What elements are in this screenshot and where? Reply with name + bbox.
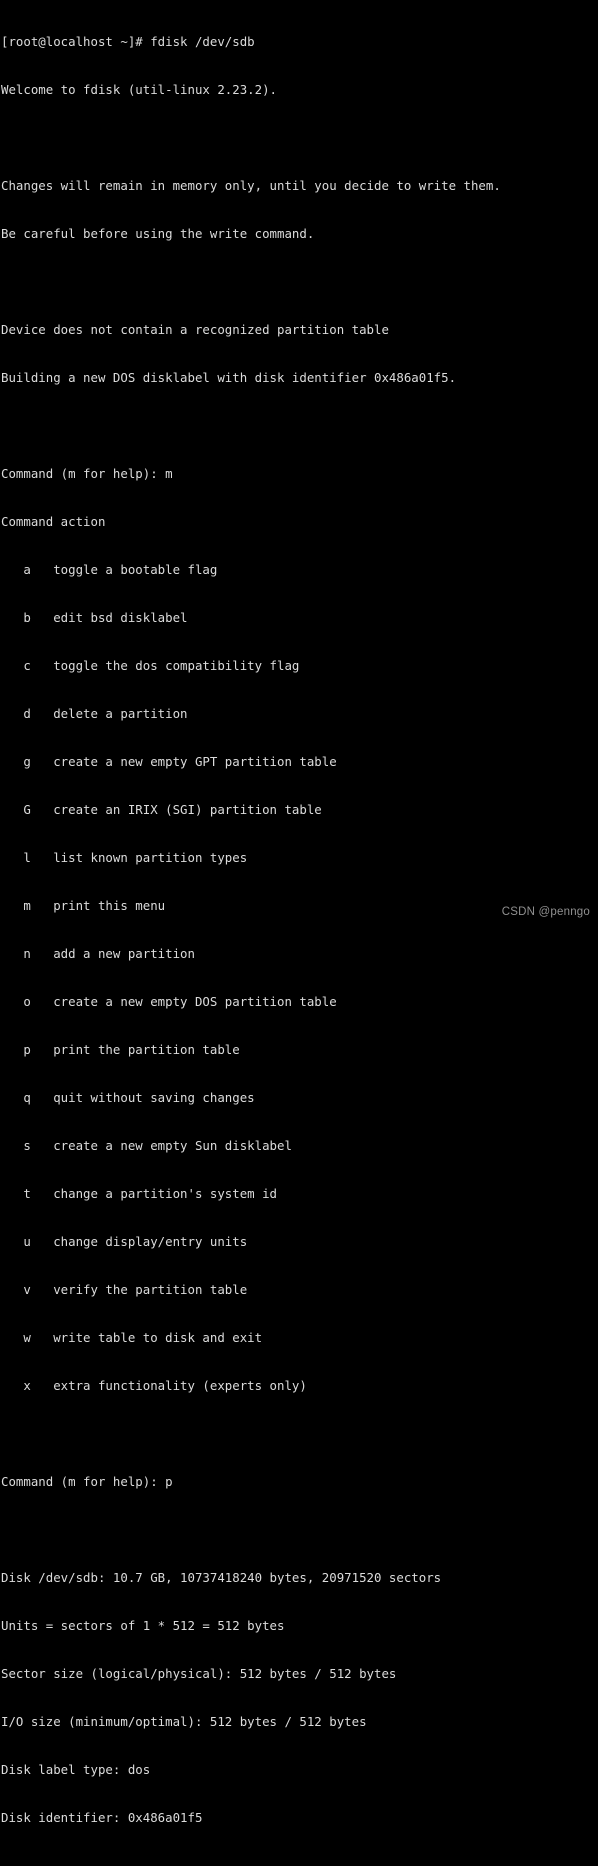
terminal-line: Command action [1,514,106,529]
menu-item-x: x extra functionality (experts only) [1,1378,307,1393]
terminal-line-command-prompt: Command (m for help): m [1,466,173,481]
terminal-line: Building a new DOS disklabel with disk i… [1,370,457,385]
menu-item-o: o create a new empty DOS partition table [1,994,337,1009]
menu-item-c: c toggle the dos compatibility flag [1,658,300,673]
menu-item-g-lower: g create a new empty GPT partition table [1,754,337,769]
disk-size-line: Disk /dev/sdb: 10.7 GB, 10737418240 byte… [1,1570,442,1585]
terminal-line: Be careful before using the write comman… [1,226,315,241]
menu-item-l: l list known partition types [1,850,248,865]
terminal-line: Welcome to fdisk (util-linux 2.23.2). [1,82,278,97]
disk-units-line: Units = sectors of 1 * 512 = 512 bytes [1,1618,285,1633]
menu-item-g-upper: G create an IRIX (SGI) partition table [1,802,322,817]
terminal-output: [root@localhost ~]# fdisk /dev/sdb Welco… [1,2,598,1866]
menu-item-m: m print this menu [1,898,166,913]
menu-item-s: s create a new empty Sun disklabel [1,1138,292,1153]
terminal-window[interactable]: [root@localhost ~]# fdisk /dev/sdb Welco… [0,0,598,1825]
menu-item-t: t change a partition's system id [1,1186,278,1201]
menu-item-b: b edit bsd disklabel [1,610,188,625]
terminal-line: Changes will remain in memory only, unti… [1,178,501,193]
menu-item-u: u change display/entry units [1,1234,248,1249]
menu-item-n: n add a new partition [1,946,195,961]
terminal-line: Device does not contain a recognized par… [1,322,389,337]
terminal-line: [root@localhost ~]# fdisk /dev/sdb [1,34,255,49]
terminal-line-command-prompt: Command (m for help): p [1,1474,173,1489]
disk-label-type-line: Disk label type: dos [1,1762,151,1777]
disk-identifier-line: Disk identifier: 0x486a01f5 [1,1810,203,1825]
menu-item-v: v verify the partition table [1,1282,248,1297]
menu-item-a: a toggle a bootable flag [1,562,218,577]
menu-item-p: p print the partition table [1,1042,240,1057]
menu-item-q: q quit without saving changes [1,1090,255,1105]
menu-item-d: d delete a partition [1,706,188,721]
disk-io-size-line: I/O size (minimum/optimal): 512 bytes / … [1,1714,367,1729]
menu-item-w: w write table to disk and exit [1,1330,263,1345]
disk-sector-size-line: Sector size (logical/physical): 512 byte… [1,1666,397,1681]
